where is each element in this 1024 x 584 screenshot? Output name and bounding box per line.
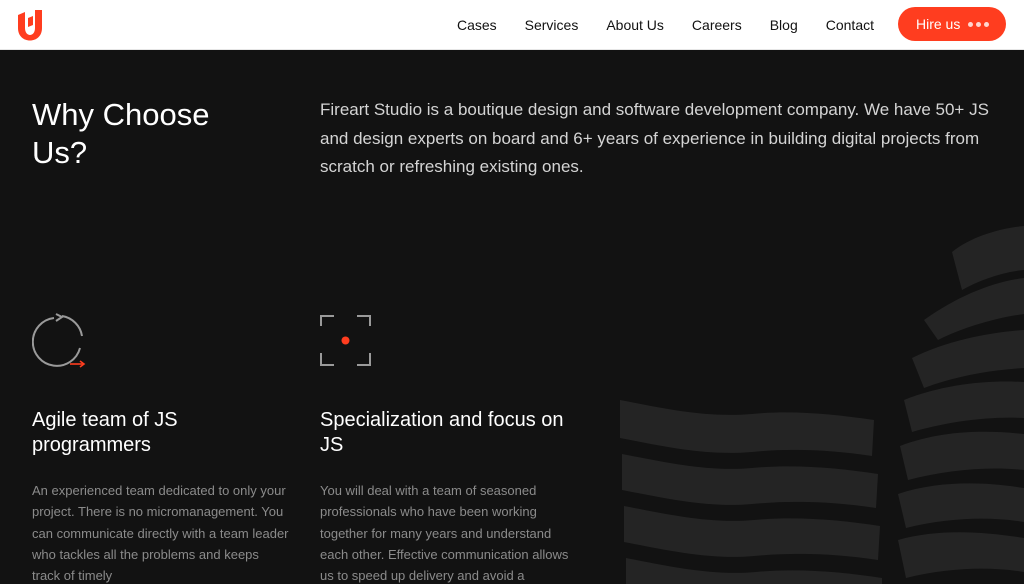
dots-icon [968, 22, 989, 27]
hire-us-label: Hire us [916, 16, 961, 32]
main-nav: Cases Services About Us Careers Blog Con… [457, 0, 874, 50]
section-description: Fireart Studio is a boutique design and … [320, 100, 989, 176]
focus-target-icon [320, 315, 371, 366]
feature-title: Agile team of JS programmers [32, 409, 178, 456]
nav-blog-link[interactable]: Blog [770, 17, 798, 33]
site-header: Cases Services About Us Careers Blog Con… [0, 0, 1024, 50]
brush-stroke-decoration [620, 226, 1024, 584]
refresh-cycle-icon [32, 313, 86, 368]
fireart-logo-icon[interactable] [16, 9, 44, 41]
section-title: Why Choose Us? [32, 97, 210, 170]
nav-contact-link[interactable]: Contact [826, 17, 874, 33]
feature-specialization: Specialization and focus on JS You will … [320, 312, 578, 584]
nav-careers-link[interactable]: Careers [692, 17, 742, 33]
feature-text: You will deal with a team of seasoned pr… [320, 483, 569, 584]
hire-us-button[interactable]: Hire us [898, 7, 1006, 41]
feature-title: Specialization and focus on JS [320, 409, 564, 456]
nav-cases-link[interactable]: Cases [457, 17, 497, 33]
feature-text: An experienced team dedicated to only yo… [32, 483, 289, 584]
nav-about-link[interactable]: About Us [606, 17, 664, 33]
feature-agile-team: Agile team of JS programmers An experien… [32, 312, 290, 584]
nav-services-link[interactable]: Services [525, 17, 579, 33]
